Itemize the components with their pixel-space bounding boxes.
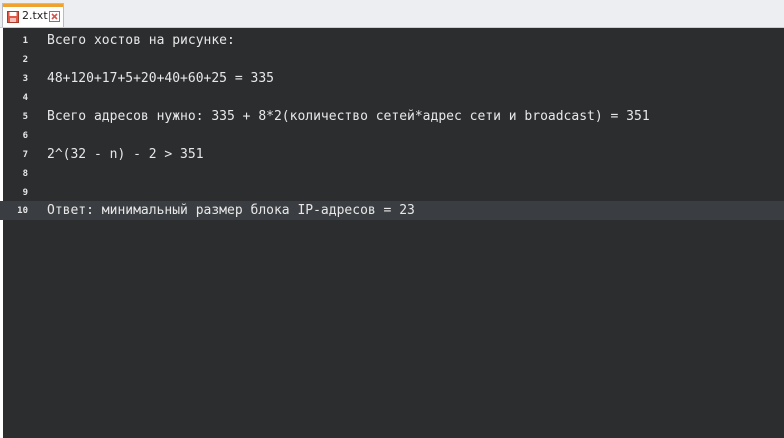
line-number: 2 xyxy=(22,55,28,65)
tab-label: 2.txt xyxy=(22,9,48,22)
line-text: Всего адресов нужно: 335 + 8*2(количеств… xyxy=(47,109,650,124)
editor-line[interactable]: 8 xyxy=(0,164,784,183)
close-tab-icon[interactable] xyxy=(49,11,60,22)
line-number: 7 xyxy=(22,150,28,160)
line-number: 10 xyxy=(17,206,28,216)
line-number: 6 xyxy=(22,131,28,141)
editor-line[interactable]: 3 48+120+17+5+20+40+60+25 = 335 xyxy=(0,69,784,88)
editor-line[interactable]: 6 xyxy=(0,126,784,145)
editor-line[interactable]: 2 xyxy=(0,50,784,69)
tab-bar: 2.txt xyxy=(0,0,784,28)
line-text: Ответ: минимальный размер блока IP-адрес… xyxy=(47,203,415,218)
editor-line[interactable]: 4 xyxy=(0,88,784,107)
line-number: 1 xyxy=(22,36,28,46)
line-number: 3 xyxy=(22,74,28,84)
line-number: 8 xyxy=(22,169,28,179)
file-tab[interactable]: 2.txt xyxy=(2,3,64,27)
editor-line[interactable]: 9 xyxy=(0,183,784,202)
save-file-icon xyxy=(7,11,19,23)
line-text: Всего хостов на рисунке: xyxy=(47,33,235,48)
line-text: 2^(32 - n) - 2 > 351 xyxy=(47,147,204,162)
editor-line[interactable]: 1 Всего хостов на рисунке: xyxy=(0,31,784,50)
editor-line[interactable]: 7 2^(32 - n) - 2 > 351 xyxy=(0,145,784,164)
tab-active-indicator xyxy=(3,4,63,7)
editor-line[interactable]: 5 Всего адресов нужно: 335 + 8*2(количес… xyxy=(0,107,784,126)
line-number: 4 xyxy=(22,93,28,103)
line-number: 5 xyxy=(22,112,28,122)
line-text: 48+120+17+5+20+40+60+25 = 335 xyxy=(47,71,274,86)
text-editor[interactable]: 1 Всего хостов на рисунке: 2 3 48+120+17… xyxy=(0,28,784,438)
editor-line-current[interactable]: 10 Ответ: минимальный размер блока IP-ад… xyxy=(0,201,784,220)
line-number: 9 xyxy=(22,188,28,198)
